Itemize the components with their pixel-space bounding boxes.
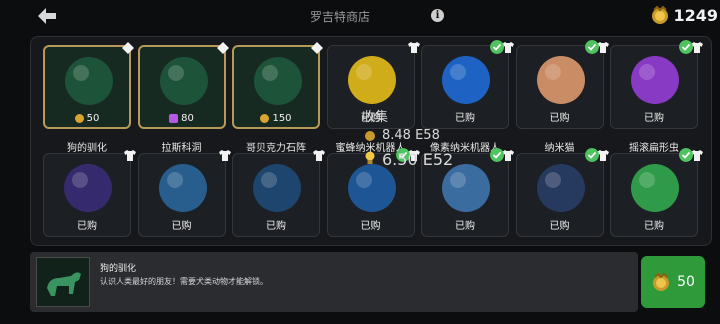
shop-item-card[interactable]: 已购 [43,150,136,237]
diamond-icon [216,42,229,54]
check-icon [584,40,599,54]
owned-label: 已购 [266,221,286,232]
item-thumbnail-icon [159,57,208,105]
item-price: 150 [272,113,292,124]
shirt-icon [124,150,136,161]
shop-item-card[interactable]: 80 [137,42,229,129]
collect-label: 收集 [362,110,389,125]
buy-price: 50 [677,274,695,290]
owned-label: 已购 [77,221,97,232]
top-bar: 罗吉特商店 i 1249 [0,0,720,32]
owned-label: 已购 [171,221,192,232]
gold-coin-icon [652,5,669,24]
item-price-row: 50 [45,113,129,124]
item-thumbnail-icon [536,164,585,212]
item-price: 50 [86,113,100,124]
detail-name: 狗的驯化 [100,264,137,274]
gold-coin-icon [365,131,375,141]
shirt-icon [313,150,325,161]
shirt-icon [218,150,231,161]
item-price-row: 80 [140,113,224,124]
item-price-row: 150 [234,113,318,124]
item-thumbnail-icon [158,164,207,212]
shop-item-card[interactable]: 已购 [421,40,514,129]
owned-label: 已购 [360,221,381,232]
item-thumbnail-icon [254,57,302,105]
page-title: 罗吉特商店 [309,10,370,24]
item-detail: 狗的驯化 认识人类最好的朋友！需要犬类动物才能解锁。 [30,252,638,312]
shirt-icon [407,42,420,53]
item-thumbnail-icon [65,57,113,105]
shop-item-card[interactable]: 已购 [515,40,609,129]
item-thumbnail-icon [536,56,585,104]
check-icon [679,40,693,54]
item-name: 拉斯科洞 [161,143,202,154]
gem-icon [169,114,179,123]
detail-description: 认识人类最好的朋友！需要犬类动物才能解锁。 [100,277,268,286]
item-name: 狗的驯化 [67,143,107,154]
owned-label: 已购 [644,221,664,232]
shop-item-card[interactable]: 已购 [610,40,703,129]
rate-value: 8.48 E58 [382,128,440,143]
owned-label: 已购 [455,221,475,232]
check-icon [490,148,504,162]
currency-amount: 1249 [673,5,718,25]
check-icon [584,148,599,162]
item-thumbnail-icon [631,56,679,104]
item-name: 哥贝克力石阵 [246,143,306,154]
item-thumbnail-icon [253,164,301,212]
info-icon[interactable]: i [431,9,444,22]
shop-item-card[interactable]: 已购 [515,148,609,237]
owned-label: 已购 [549,113,570,124]
buy-button[interactable]: 50 [641,256,705,308]
check-icon [679,148,693,162]
owned-label: 已购 [644,113,664,124]
gold-coin-icon [260,114,270,123]
check-icon [490,40,504,54]
shop-item-card[interactable]: 已购 [610,148,703,237]
owned-label: 已购 [549,221,570,232]
item-thumbnail-icon [64,164,112,212]
item-thumbnail-icon [631,164,679,212]
lightbulb-icon [365,151,375,164]
shop-item-card[interactable]: 已购 [137,150,231,237]
item-price: 80 [181,113,194,124]
diamond-icon [311,42,323,54]
item-thumbnail-icon [442,56,490,104]
shop-item-card[interactable]: 已购 [232,150,325,237]
item-thumbnail-icon [347,56,396,104]
owned-label: 已购 [455,113,475,124]
total-value: 6.50 E52 [382,150,454,169]
detail-thumbnail [36,257,90,307]
gold-coin-icon [74,114,84,123]
gold-coin-icon [653,272,670,291]
currency-display: 1249 [650,4,718,26]
shop-item-card[interactable]: 50 [43,42,134,129]
shop-item-card[interactable]: 150 [232,42,323,129]
dog-icon [47,272,81,296]
diamond-icon [122,42,134,54]
